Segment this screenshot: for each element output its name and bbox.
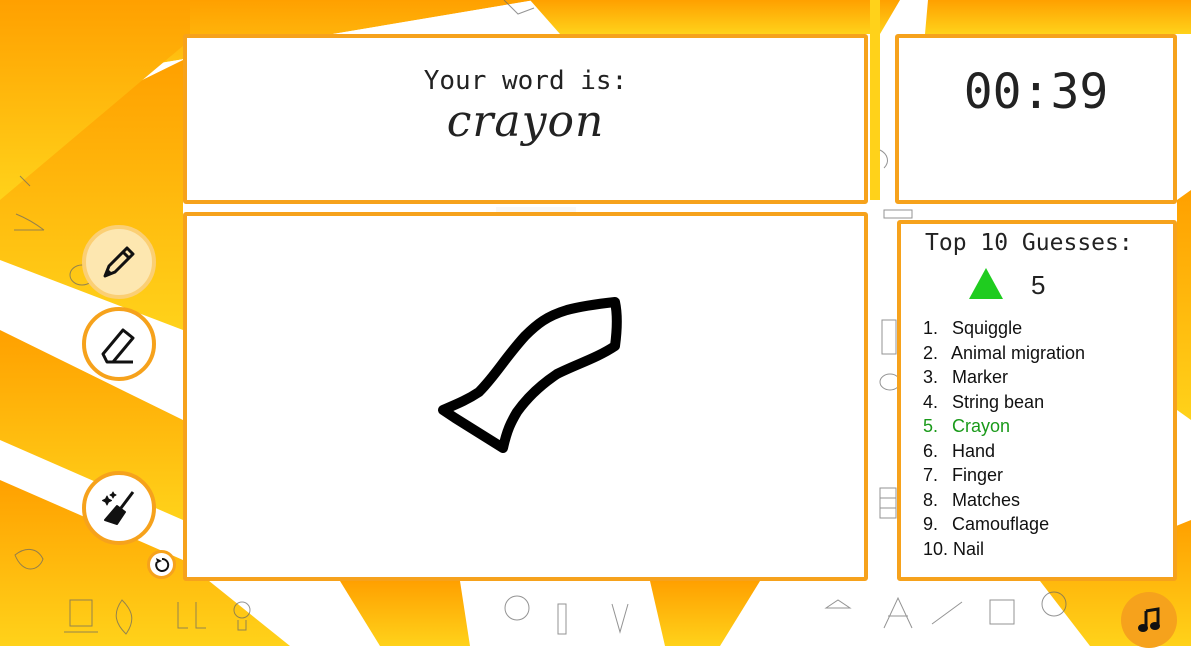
timer-panel: 00:39 <box>895 34 1177 204</box>
target-word: crayon <box>446 96 605 147</box>
drawing-strokes <box>438 297 622 453</box>
user-drawing-stroke <box>438 297 622 453</box>
list-item: 3. Marker <box>923 367 1009 387</box>
list-item: 7. Finger <box>923 465 1004 485</box>
eraser-tool-button[interactable] <box>82 307 156 381</box>
list-item: 9. Camouflage <box>923 514 1050 534</box>
guesses-title: Top 10 Guesses: <box>925 230 1133 256</box>
list-item: 2. Animal migration <box>923 342 1086 363</box>
word-label: Your word is: <box>423 66 628 96</box>
broom-icon <box>102 491 135 525</box>
list-item: 4. String bean <box>923 391 1045 412</box>
list-item: 8. Matches <box>923 489 1021 510</box>
list-item-correct: 5. Crayon <box>923 416 1011 436</box>
eraser-icon <box>101 328 135 364</box>
guess-rank: 5 <box>1031 270 1046 300</box>
list-item: 6. Hand <box>923 440 996 461</box>
countdown-timer: 00:39 <box>963 64 1109 120</box>
guesses-panel: Top 10 Guesses: 5 1. Squiggle 2. Animal … <box>897 220 1177 581</box>
pencil-tool-button[interactable] <box>82 225 156 299</box>
drawing-canvas[interactable] <box>183 212 868 581</box>
undo-button[interactable] <box>147 550 176 579</box>
word-panel: Your word is: crayon <box>183 34 868 204</box>
guess-list: 1. Squiggle 2. Animal migration 3. Marke… <box>923 316 1085 561</box>
pencil-icon <box>103 246 135 278</box>
music-toggle-button[interactable] <box>1121 592 1177 648</box>
music-note-icon <box>1138 607 1160 632</box>
clear-canvas-button[interactable] <box>82 471 156 545</box>
rank-up-arrow-icon <box>969 268 1003 299</box>
undo-icon <box>154 557 169 572</box>
list-item: 10. Nail <box>923 538 985 559</box>
list-item: 1. Squiggle <box>923 318 1023 338</box>
